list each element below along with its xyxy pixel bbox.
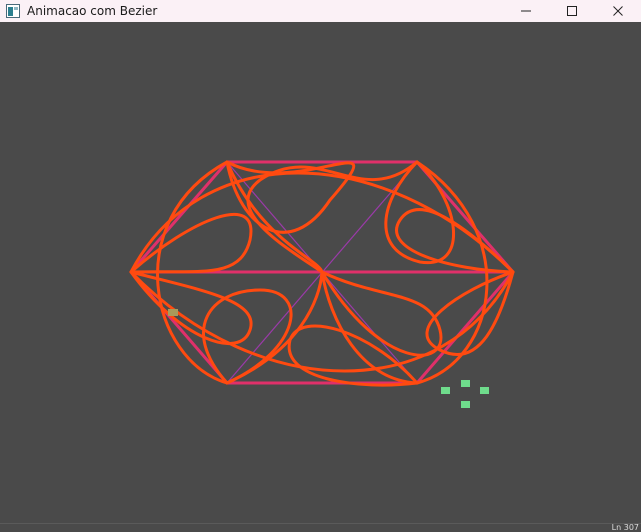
window-controls [503, 0, 641, 22]
minimize-button[interactable] [503, 0, 549, 22]
close-icon [613, 6, 623, 16]
window-title: Animacao com Bezier [27, 4, 158, 18]
maximize-icon [567, 6, 577, 16]
bezier-curves [129, 160, 515, 387]
app-window-icon [6, 4, 20, 18]
minimize-icon [521, 10, 531, 12]
drawing-canvas[interactable] [0, 22, 641, 523]
maximize-button[interactable] [549, 0, 595, 22]
marker-square[interactable] [168, 309, 178, 316]
marker-cluster[interactable] [441, 380, 489, 408]
title-bar: Animacao com Bezier [0, 0, 641, 22]
close-button[interactable] [595, 0, 641, 22]
